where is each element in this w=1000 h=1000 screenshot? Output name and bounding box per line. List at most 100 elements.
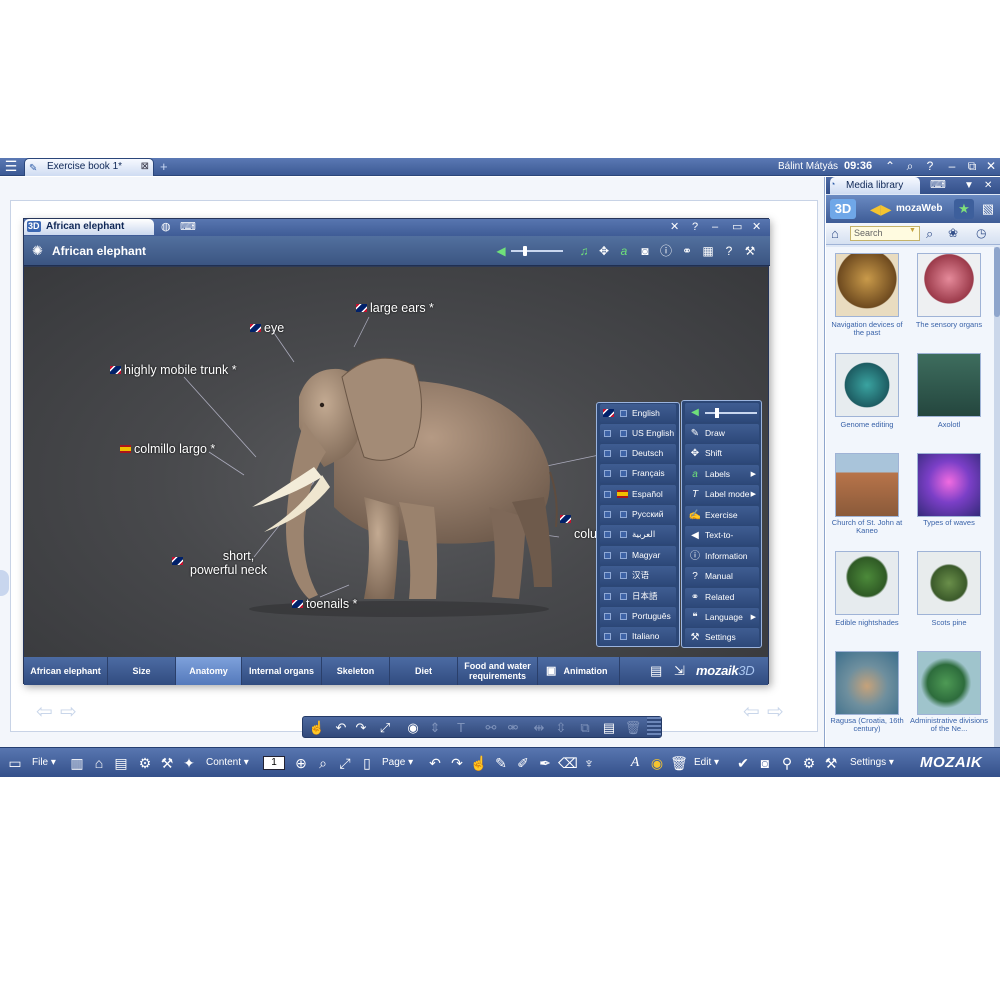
language-item-english[interactable]: English bbox=[600, 404, 676, 423]
dropdown-icon[interactable]: ▼ bbox=[964, 177, 974, 194]
document-list-icon[interactable]: ▤ bbox=[112, 753, 130, 773]
thumbnail-axolotl[interactable] bbox=[917, 353, 981, 417]
menu-item-information[interactable]: ⓘ Information bbox=[685, 547, 759, 566]
target-icon[interactable]: ◉ bbox=[403, 718, 423, 738]
tools-icon[interactable]: ⚒ bbox=[822, 753, 840, 773]
volume-row[interactable]: ◀ bbox=[685, 403, 759, 422]
document-icon[interactable]: ▤ bbox=[650, 663, 662, 679]
language-item-japanese[interactable]: 日本語 bbox=[600, 587, 676, 606]
color-picker-icon[interactable]: ◉ bbox=[648, 753, 666, 773]
checkbox[interactable] bbox=[620, 531, 627, 538]
tab-food-and-water[interactable]: Food and water requirements bbox=[458, 657, 538, 685]
next-page-arrow-icon[interactable]: ⇨ bbox=[767, 702, 784, 722]
move-icon[interactable]: ✥ bbox=[595, 242, 613, 260]
language-item-magyar[interactable]: Magyar bbox=[600, 546, 676, 565]
toolbar-grip[interactable] bbox=[647, 717, 661, 737]
prev-page-arrow-icon[interactable]: ⇦ bbox=[36, 702, 53, 722]
language-item-portugues[interactable]: Português bbox=[600, 607, 676, 626]
history-icon[interactable]: ◷ bbox=[976, 225, 986, 242]
label-eye[interactable]: eye bbox=[250, 321, 284, 335]
wrench-icon[interactable]: ⚒ bbox=[741, 242, 759, 260]
text-tool-icon[interactable]: A bbox=[626, 753, 644, 773]
grid-icon[interactable]: ▦ bbox=[699, 242, 717, 260]
checkbox[interactable] bbox=[620, 410, 627, 417]
help-icon[interactable]: ? bbox=[922, 158, 938, 175]
new-tab-button[interactable]: + bbox=[160, 158, 168, 175]
eraser-icon[interactable]: ⌫ bbox=[558, 753, 578, 773]
menu-item-language[interactable]: ❝ Language ▶ bbox=[685, 608, 759, 627]
zoom-icon[interactable]: ⌕ bbox=[314, 753, 332, 773]
home-icon[interactable]: ⌂ bbox=[831, 225, 839, 242]
tab-diet[interactable]: Diet bbox=[390, 657, 458, 685]
language-item-deutsch[interactable]: Deutsch bbox=[600, 444, 676, 463]
prev-page-arrow-icon[interactable]: ⇦ bbox=[743, 702, 760, 722]
label-neck[interactable]: short, powerful neck bbox=[172, 549, 267, 577]
media-scrollbar[interactable] bbox=[994, 247, 1000, 747]
checkbox[interactable] bbox=[604, 593, 611, 600]
paste-icon[interactable]: ▤ bbox=[599, 718, 619, 738]
elephant-model[interactable] bbox=[214, 337, 574, 617]
checkbox[interactable] bbox=[604, 450, 611, 457]
menu-item-draw[interactable]: ✎ Draw bbox=[685, 424, 759, 443]
thumbnail-navigation[interactable] bbox=[835, 253, 899, 317]
menu-item-manual[interactable]: ? Manual bbox=[685, 567, 759, 586]
window-tab[interactable]: 3D African elephant bbox=[24, 219, 154, 235]
close-panel-icon[interactable]: ✕ bbox=[984, 177, 992, 194]
graduation-cap-icon[interactable]: ⌂ bbox=[90, 753, 108, 773]
checkbox[interactable] bbox=[620, 511, 627, 518]
hand-icon[interactable]: ☝ bbox=[307, 718, 327, 738]
lightbulb-icon[interactable]: ✦ bbox=[180, 753, 198, 773]
language-item-chinese[interactable]: 汉语 bbox=[600, 566, 676, 585]
checkbox[interactable] bbox=[620, 593, 627, 600]
add-page-icon[interactable]: ⊕ bbox=[292, 753, 310, 773]
edit-menu[interactable]: Edit ▾ bbox=[694, 753, 719, 773]
checkbox[interactable] bbox=[620, 572, 627, 579]
brush-icon[interactable]: ♆ bbox=[580, 753, 598, 773]
label-large-ears[interactable]: large ears * bbox=[356, 301, 434, 315]
page-icon[interactable]: ▯ bbox=[358, 753, 376, 773]
minimize-window-icon[interactable]: – bbox=[712, 219, 718, 235]
menu-volume-slider[interactable] bbox=[705, 412, 757, 414]
share-icon[interactable]: ⤢ bbox=[336, 753, 354, 773]
screen-icon[interactable]: ▭ bbox=[6, 753, 24, 773]
volume-slider-knob[interactable] bbox=[523, 246, 527, 256]
page-menu[interactable]: Page ▾ bbox=[382, 753, 413, 773]
keyboard-icon[interactable]: ⌨ bbox=[930, 177, 946, 194]
content-menu[interactable]: Content ▾ bbox=[206, 753, 249, 773]
page-number-input[interactable]: 1 bbox=[263, 756, 285, 770]
undo-icon[interactable]: ↶ bbox=[426, 753, 444, 773]
checkbox[interactable] bbox=[620, 613, 627, 620]
language-item-arabic[interactable]: العربية bbox=[600, 525, 676, 544]
checkbox[interactable] bbox=[620, 450, 627, 457]
thumbnail-church[interactable] bbox=[835, 453, 899, 517]
file-menu[interactable]: File ▾ bbox=[32, 753, 56, 773]
highlighter-icon[interactable]: ✒ bbox=[536, 753, 554, 773]
keyboard-icon[interactable]: ⌨ bbox=[180, 219, 196, 235]
tab-anatomy[interactable]: Anatomy bbox=[176, 657, 242, 685]
language-item-us-english[interactable]: US English bbox=[600, 424, 676, 443]
minimize-icon[interactable]: – bbox=[944, 158, 960, 175]
checkbox[interactable] bbox=[604, 491, 611, 498]
checkbox[interactable] bbox=[620, 552, 627, 559]
language-item-italiano[interactable]: Italiano bbox=[600, 627, 676, 646]
camera-icon[interactable]: ◙ bbox=[756, 753, 774, 773]
undo-icon[interactable]: ↶ bbox=[331, 718, 351, 738]
label-tusk[interactable]: colmillo largo * bbox=[120, 442, 215, 456]
image-icon[interactable]: ▧ bbox=[978, 199, 998, 219]
next-page-arrow-icon[interactable]: ⇨ bbox=[60, 702, 77, 722]
tab-skeleton[interactable]: Skeleton bbox=[322, 657, 390, 685]
close-window-icon[interactable]: ✕ bbox=[752, 219, 761, 235]
gear-icon[interactable]: ⚙ bbox=[800, 753, 818, 773]
globe-icon[interactable]: ◍ bbox=[161, 219, 171, 235]
redo-icon[interactable]: ↷ bbox=[351, 718, 371, 738]
books-icon[interactable]: ▥ bbox=[68, 753, 86, 773]
menu-item-settings[interactable]: ⚒ Settings bbox=[685, 628, 759, 647]
tab-internal-organs[interactable]: Internal organs bbox=[242, 657, 322, 685]
chevron-up-icon[interactable]: ⌃ bbox=[882, 158, 898, 175]
search-icon[interactable]: ⌕ bbox=[902, 158, 918, 175]
scrollbar-thumb[interactable] bbox=[994, 247, 1000, 317]
volume-icon[interactable]: ◀ bbox=[492, 242, 510, 260]
menu-item-shift[interactable]: ✥ Shift bbox=[685, 444, 759, 463]
restore-icon[interactable]: ⧉ bbox=[964, 158, 980, 175]
star-icon[interactable]: ★ bbox=[954, 199, 974, 219]
